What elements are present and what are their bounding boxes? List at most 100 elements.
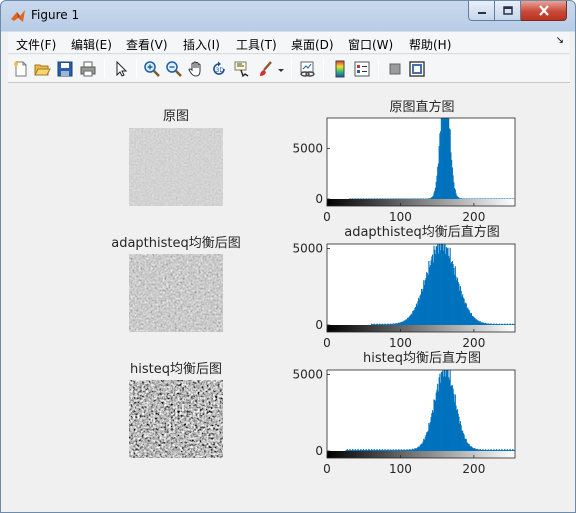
- menu-view[interactable]: 查看(V): [126, 36, 168, 53]
- hist-bar: [501, 323, 503, 325]
- hist-bar: [412, 448, 414, 451]
- hide-plot-tools-icon[interactable]: [386, 60, 404, 78]
- hist-bar: [482, 322, 484, 325]
- hist-bar: [413, 310, 415, 325]
- hist-bar: [441, 118, 443, 199]
- hist-bar: [409, 315, 411, 325]
- zoom-out-icon[interactable]: [165, 60, 183, 78]
- y-tick-label: 5000: [292, 242, 323, 256]
- pan-icon[interactable]: [187, 60, 205, 78]
- brush-dropdown-icon[interactable]: [277, 60, 285, 78]
- brush-icon[interactable]: [257, 60, 275, 78]
- hist-bar: [409, 449, 412, 451]
- open-icon[interactable]: [33, 60, 51, 78]
- original-image: [129, 128, 223, 206]
- hist-bar: [376, 198, 379, 199]
- original-histogram: 0 100 200050000 100 200050000 100 20005000: [292, 117, 516, 476]
- hist-bar: [441, 244, 443, 325]
- hist-bar: [514, 449, 516, 451]
- hist-bar: [400, 449, 402, 451]
- hist-bar: [468, 309, 470, 325]
- hist-bar: [419, 295, 421, 325]
- hist-bar: [379, 449, 381, 451]
- save-icon[interactable]: [56, 60, 74, 78]
- hist-bar: [383, 324, 385, 325]
- hist-bar: [404, 449, 406, 451]
- hist-bar: [448, 118, 450, 199]
- hist-bar: [419, 445, 421, 451]
- hist-bar: [426, 273, 428, 325]
- adapt-hist-title: adapthisteq均衡后直方图: [344, 225, 500, 240]
- link-plot-icon[interactable]: [298, 60, 316, 78]
- hist-bar: [368, 449, 370, 451]
- menu-edit[interactable]: 编辑(E): [71, 36, 112, 53]
- menu-insert[interactable]: 插入(I): [183, 36, 220, 53]
- hist-bar: [437, 166, 439, 199]
- hist-bar: [349, 198, 351, 199]
- hist-bar: [495, 449, 497, 451]
- hist-bar: [349, 449, 351, 451]
- zoom-in-icon[interactable]: [143, 60, 161, 78]
- hist-bar: [492, 324, 494, 325]
- hist-bar: [409, 315, 412, 325]
- hist-bar: [401, 198, 403, 199]
- hist-bar: [359, 450, 361, 451]
- hist-bar: [439, 244, 441, 325]
- title-bar[interactable]: Figure 1: [1, 1, 575, 31]
- hist-bar: [446, 370, 448, 451]
- menu-file[interactable]: 文件(F): [16, 36, 56, 53]
- menu-window[interactable]: 窗口(W): [348, 36, 393, 53]
- hist-bar: [492, 198, 495, 199]
- menu-tools[interactable]: 工具(T): [236, 36, 277, 53]
- figure-canvas: 原图 adapthisteq均衡后图 histeq均衡后图 0 100 200 …: [8, 84, 570, 506]
- hist-bar: [437, 383, 439, 451]
- new-figure-icon[interactable]: [12, 60, 30, 78]
- colorbar-icon[interactable]: [331, 60, 349, 78]
- data-cursor-icon[interactable]: [233, 60, 251, 78]
- pointer-icon[interactable]: [112, 60, 130, 78]
- hist-bar: [410, 313, 412, 325]
- close-button[interactable]: [521, 1, 567, 21]
- hist-bar: [420, 444, 422, 451]
- hist-bar: [376, 449, 378, 451]
- hist-bar: [360, 449, 362, 451]
- hist-bar: [362, 449, 364, 451]
- hist-bar: [484, 322, 486, 325]
- print-icon[interactable]: [79, 60, 97, 78]
- menu-help[interactable]: 帮助(H): [409, 36, 451, 53]
- adapt-image-title: adapthisteq均衡后图: [111, 236, 241, 251]
- hist-bar: [473, 198, 475, 199]
- x-tick-label: 0: [323, 336, 331, 350]
- hist-bar: [504, 323, 506, 325]
- hist-bar: [506, 449, 509, 451]
- rotate-3d-icon[interactable]: 3D: [210, 60, 228, 78]
- hist-bar: [453, 394, 455, 451]
- hist-bar: [479, 448, 481, 451]
- hist-bar: [396, 323, 398, 325]
- hist-bar: [456, 280, 458, 325]
- dock-arrow-icon[interactable]: ↘: [556, 35, 564, 46]
- hist-bar: [347, 450, 349, 451]
- hist-bar: [495, 323, 497, 325]
- hist-bar: [458, 283, 460, 325]
- hist-bar: [468, 310, 470, 325]
- hist-bar: [443, 244, 445, 325]
- hist-bar: [393, 323, 395, 325]
- hist-bar: [417, 198, 419, 199]
- hist-bar: [512, 198, 514, 199]
- hist-bar: [379, 449, 381, 451]
- hist-bar: [355, 449, 357, 451]
- menu-desktop[interactable]: 桌面(D): [291, 36, 334, 53]
- maximize-icon: [502, 6, 513, 15]
- legend-icon[interactable]: [353, 60, 371, 78]
- matlab-icon: [11, 10, 25, 22]
- hist-bar: [484, 449, 486, 451]
- minimize-button[interactable]: [468, 1, 495, 21]
- hist-bar: [451, 385, 453, 451]
- gray-colorbar: [327, 451, 515, 458]
- show-plot-tools-icon[interactable]: [408, 60, 426, 78]
- hist-bar: [472, 315, 474, 325]
- hist-bar: [411, 314, 413, 325]
- maximize-button[interactable]: [495, 1, 521, 21]
- toolbar: 3D: [8, 55, 570, 83]
